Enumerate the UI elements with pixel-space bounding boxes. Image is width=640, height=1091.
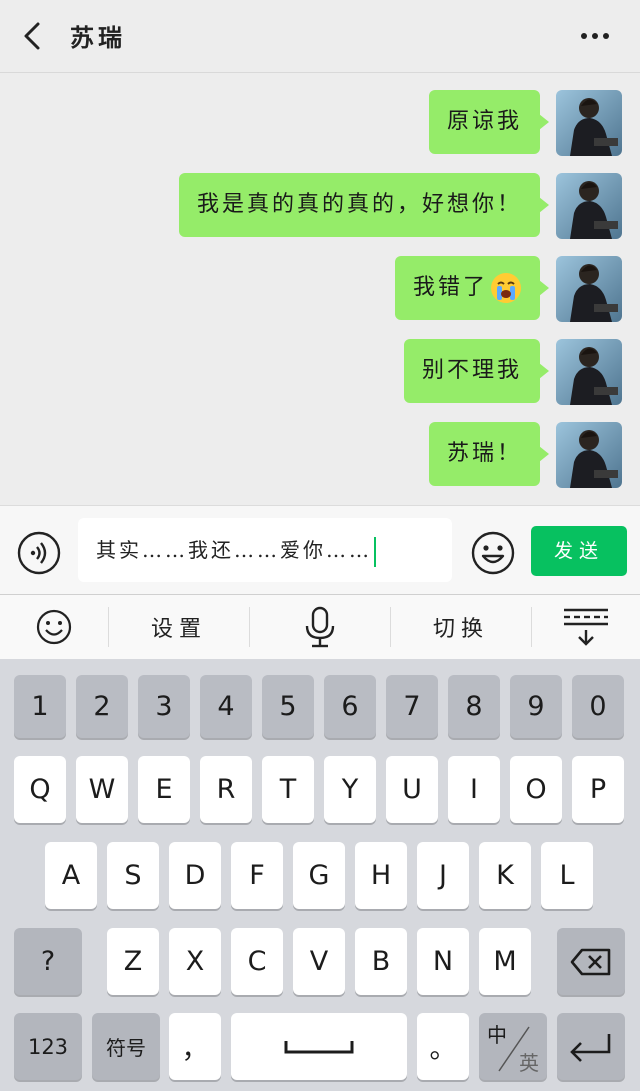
key-9[interactable]: 9 <box>510 675 562 738</box>
message-row: 我是真的真的真的，好想你！ <box>0 173 640 239</box>
keyboard: 1 2 3 4 5 6 7 8 9 0 Q W E R T Y U I O P … <box>0 659 640 1091</box>
key-question[interactable]: ? <box>14 928 82 995</box>
key-k[interactable]: K <box>479 842 531 909</box>
chevron-left-icon[interactable] <box>18 20 48 52</box>
chat-header: 苏瑞 <box>0 0 640 73</box>
key-8[interactable]: 8 <box>448 675 500 738</box>
key-q[interactable]: Q <box>14 756 66 823</box>
keyboard-toolbar: 设置 切换 <box>0 594 640 660</box>
key-e[interactable]: E <box>138 756 190 823</box>
avatar[interactable] <box>556 256 622 322</box>
chat-title: 苏瑞 <box>70 23 126 52</box>
key-4[interactable]: 4 <box>200 675 252 738</box>
switch-label: 切换 <box>432 617 489 642</box>
voice-input-button[interactable] <box>250 595 390 659</box>
key-6[interactable]: 6 <box>324 675 376 738</box>
key-0[interactable]: 0 <box>572 675 624 738</box>
key-h[interactable]: H <box>355 842 407 909</box>
enter-icon <box>570 1033 611 1062</box>
message-text: 原谅我 <box>446 109 522 134</box>
message-row: 我错了 <box>0 256 640 322</box>
message-bubble[interactable]: 我错了 <box>394 256 550 320</box>
settings-button[interactable]: 设置 <box>109 595 249 659</box>
key-a[interactable]: A <box>45 842 97 909</box>
comma-key[interactable]: ， <box>169 1013 221 1080</box>
message-text: 别不理我 <box>421 358 522 383</box>
more-dots-icon[interactable] <box>578 22 612 50</box>
avatar[interactable] <box>556 173 622 239</box>
key-x[interactable]: X <box>169 928 221 995</box>
key-1[interactable]: 1 <box>14 675 66 738</box>
key-u[interactable]: U <box>386 756 438 823</box>
message-text: 我是真的真的真的，好想你！ <box>196 192 522 217</box>
hide-keyboard-button[interactable] <box>532 595 640 659</box>
switch-button[interactable]: 切换 <box>391 595 531 659</box>
key-r[interactable]: R <box>200 756 252 823</box>
backspace-key[interactable] <box>557 928 625 995</box>
lang-en-label: 英 <box>519 1051 539 1075</box>
message-row: 原谅我 <box>0 90 640 156</box>
key-t[interactable]: T <box>262 756 314 823</box>
key-b[interactable]: B <box>355 928 407 995</box>
key-c[interactable]: C <box>231 928 283 995</box>
key-i[interactable]: I <box>448 756 500 823</box>
input-bar: 其实……我还……爱你…… 发送 <box>0 505 640 594</box>
number-mode-key[interactable]: 123 <box>14 1013 82 1080</box>
message-text: 苏瑞！ <box>446 441 522 466</box>
message-list: 原谅我 我是真的真的真的，好想你！ 我错了 别不理我 苏瑞！ <box>0 73 640 503</box>
toolbar-emoji-button[interactable] <box>0 595 108 659</box>
key-2[interactable]: 2 <box>76 675 128 738</box>
key-j[interactable]: J <box>417 842 469 909</box>
smiley-icon <box>36 609 72 645</box>
avatar[interactable] <box>556 339 622 405</box>
crying-face-emoji <box>491 273 521 303</box>
key-z[interactable]: Z <box>107 928 159 995</box>
key-m[interactable]: M <box>479 928 531 995</box>
key-w[interactable]: W <box>76 756 128 823</box>
key-f[interactable]: F <box>231 842 283 909</box>
message-input[interactable]: 其实……我还……爱你…… <box>78 518 452 582</box>
input-text: 其实……我还……爱你…… <box>96 538 372 562</box>
message-bubble[interactable]: 我是真的真的真的，好想你！ <box>178 173 550 237</box>
message-bubble[interactable]: 原谅我 <box>428 90 550 154</box>
avatar[interactable] <box>556 90 622 156</box>
key-y[interactable]: Y <box>324 756 376 823</box>
text-caret <box>374 536 376 567</box>
message-text: 我错了 <box>412 275 488 300</box>
key-n[interactable]: N <box>417 928 469 995</box>
backspace-icon <box>570 948 611 975</box>
voice-icon[interactable] <box>16 530 62 576</box>
key-v[interactable]: V <box>293 928 345 995</box>
symbol-key[interactable]: 符号 <box>92 1013 160 1080</box>
key-g[interactable]: G <box>293 842 345 909</box>
microphone-icon <box>305 606 335 648</box>
settings-label: 设置 <box>150 617 207 642</box>
key-p[interactable]: P <box>572 756 624 823</box>
space-key[interactable] <box>231 1013 407 1080</box>
key-3[interactable]: 3 <box>138 675 190 738</box>
avatar[interactable] <box>556 422 622 488</box>
emoji-icon[interactable] <box>470 530 516 576</box>
message-row: 别不理我 <box>0 339 640 405</box>
hide-keyboard-icon <box>564 608 608 646</box>
key-l[interactable]: L <box>541 842 593 909</box>
key-5[interactable]: 5 <box>262 675 314 738</box>
period-key[interactable]: 。 <box>417 1013 469 1080</box>
message-bubble[interactable]: 苏瑞！ <box>428 422 550 486</box>
key-o[interactable]: O <box>510 756 562 823</box>
enter-key[interactable] <box>557 1013 625 1080</box>
key-7[interactable]: 7 <box>386 675 438 738</box>
message-bubble[interactable]: 别不理我 <box>403 339 550 403</box>
key-s[interactable]: S <box>107 842 159 909</box>
language-switch-key[interactable]: 中 英 <box>479 1013 547 1080</box>
send-button[interactable]: 发送 <box>531 526 627 576</box>
message-row: 苏瑞！ <box>0 422 640 488</box>
space-icon <box>284 1040 354 1053</box>
key-d[interactable]: D <box>169 842 221 909</box>
